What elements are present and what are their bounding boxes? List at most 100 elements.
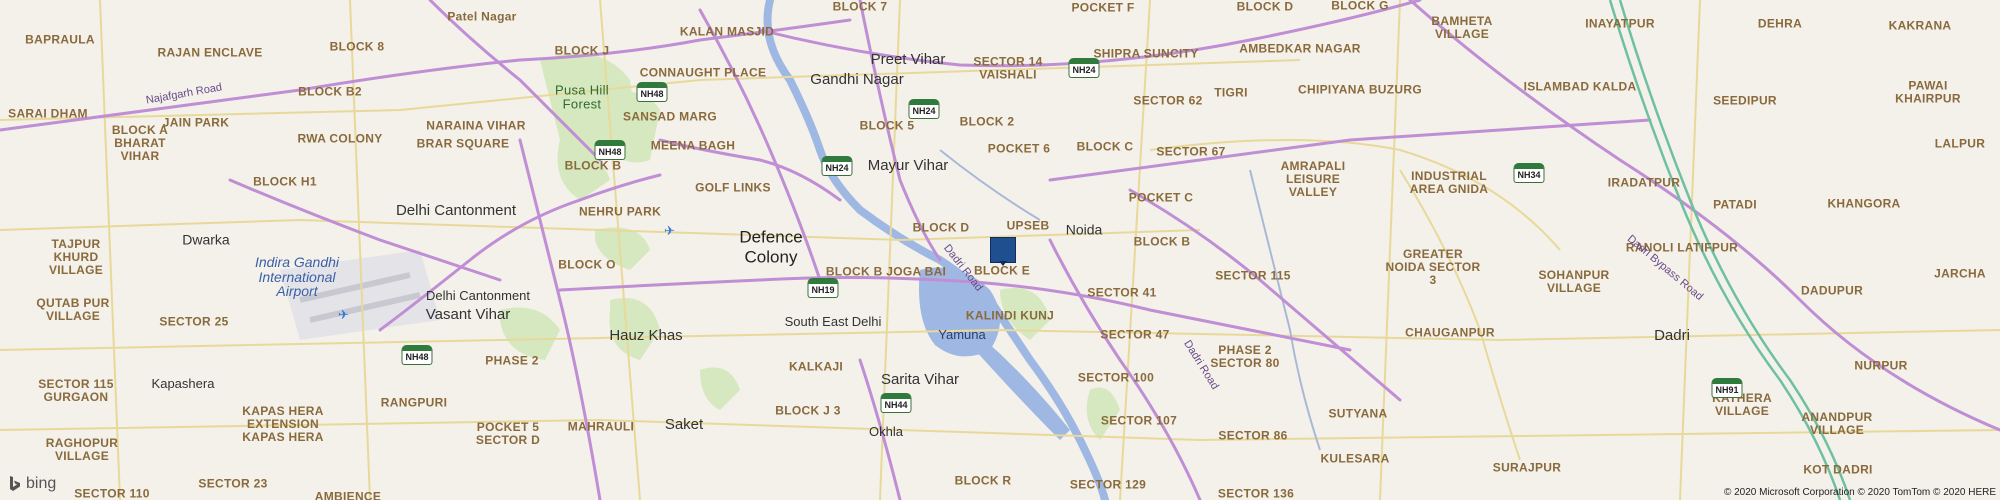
map-label: AMBEDKAR NAGAR: [1239, 41, 1361, 56]
map-label: MEENA BAGH: [650, 138, 736, 153]
map-label: NARAINA VIHAR: [426, 118, 526, 133]
map-label: SECTOR 115 GURGAON: [38, 376, 114, 404]
map-label: KHANGORA: [1827, 196, 1901, 211]
map-label: JARCHA: [1934, 266, 1986, 281]
map-label: IRADATPUR: [1607, 175, 1681, 190]
map-label: POCKET F: [1071, 0, 1135, 15]
map-label: BLOCK E: [973, 263, 1031, 278]
map-label: South East Delhi: [784, 313, 882, 329]
map-label: TAJPUR KHURD VILLAGE: [48, 237, 104, 278]
map-label: PATADI: [1713, 197, 1757, 212]
highway-shield: NH48: [401, 345, 433, 365]
map-label: Okhla: [869, 423, 903, 439]
map-label: BLOCK B JOGA BAI: [825, 264, 947, 279]
map-label: BLOCK H1: [253, 174, 317, 189]
map-label: SECTOR 25: [159, 314, 229, 329]
map-label: Delhi Cantonment: [425, 287, 531, 303]
map-label: ISLAMBAD KALDA: [1523, 79, 1637, 94]
map-attribution: © 2020 Microsoft Corporation © 2020 TomT…: [1723, 487, 1996, 498]
map-label: SOHANPUR VILLAGE: [1538, 267, 1610, 295]
map-label: SEEDIPUR: [1713, 93, 1777, 108]
highway-shield: NH19: [807, 278, 839, 298]
map-label: Defence Colony: [739, 227, 803, 266]
map-label: BLOCK 7: [832, 0, 888, 14]
bing-b-icon: [10, 476, 20, 491]
highway-shield: NH24: [1068, 58, 1100, 78]
map-label: Kapashera: [151, 375, 215, 391]
svg-text:✈: ✈: [664, 224, 675, 239]
map-label: BLOCK G: [1331, 0, 1389, 13]
map-label: SECTOR 62: [1133, 93, 1203, 108]
map-label: Indira Gandhi International Airport: [254, 253, 340, 300]
map-label: NURPUR: [1854, 358, 1908, 373]
map-label: RWA COLONY: [297, 131, 383, 146]
map-label: SECTOR 41: [1087, 285, 1157, 300]
map-label: GREATER NOIDA SECTOR 3: [1385, 247, 1481, 288]
map-label: KALAN MASJID: [679, 24, 775, 39]
map-label: VAISHALI: [979, 67, 1037, 82]
map-label: BLOCK A BHARAT VIHAR: [111, 123, 169, 164]
map-label: BAPRAULA: [25, 32, 95, 47]
map-label: SECTOR 100: [1077, 370, 1155, 385]
map-label: NEHRU PARK: [578, 204, 662, 219]
map-label: SECTOR 129: [1069, 477, 1147, 492]
bing-logo[interactable]: bing: [8, 475, 56, 493]
map-label: CHIPIYANA BUZURG: [1298, 82, 1422, 97]
map-label: SARAI DHAM: [8, 106, 88, 121]
map-label: SUTYANA: [1328, 406, 1388, 421]
map-view[interactable]: ✈ ✈ Patel Nagar KALAN MASJID BLOCK 7 POC…: [0, 0, 2000, 500]
map-label: BLOCK R: [954, 473, 1012, 488]
map-label: SHIPRA SUNCITY: [1093, 46, 1199, 61]
map-label: Gandhi Nagar: [810, 70, 904, 88]
map-label: CONNAUGHT PLACE: [639, 65, 767, 80]
map-label: Saket: [664, 415, 704, 433]
map-label: KULESARA: [1320, 451, 1390, 466]
map-label: SECTOR 67: [1156, 144, 1226, 159]
map-label: Pusa Hill Forest: [555, 82, 609, 112]
map-label: CHAUGANPUR: [1405, 325, 1495, 340]
map-label: ANANDPUR VILLAGE: [1801, 409, 1873, 437]
map-label: Mayur Vihar: [867, 156, 949, 174]
map-label: UPSEB: [1006, 218, 1050, 233]
map-label: RAJAN ENCLAVE: [157, 45, 263, 60]
map-label: POCKET 6: [987, 141, 1051, 156]
map-label: BLOCK D: [1236, 0, 1294, 14]
map-label: SURAJPUR: [1492, 460, 1562, 475]
map-label: BLOCK J: [554, 43, 610, 58]
svg-text:✈: ✈: [338, 308, 349, 323]
map-label: SECTOR 86: [1218, 428, 1288, 443]
map-label: SECTOR 23: [198, 476, 268, 491]
map-label: KAKRANA: [1888, 18, 1952, 33]
location-pin-icon[interactable]: [990, 237, 1016, 266]
map-label: SANSAD MARG: [623, 109, 717, 124]
map-label: Vasant Vihar: [425, 305, 511, 323]
highway-shield: NH48: [636, 82, 668, 102]
map-label: Noida: [1065, 221, 1103, 238]
map-label: KAPAS HERA EXTENSION KAPAS HERA: [242, 404, 324, 445]
map-label: RANGPURI: [380, 395, 448, 410]
map-label: Preet Vihar: [870, 50, 946, 68]
map-label: BRAR SQUARE: [416, 136, 510, 151]
map-label: BLOCK J 3: [775, 403, 841, 418]
map-label: AMBIENCE: [314, 489, 382, 500]
map-label: GOLF LINKS: [695, 180, 771, 195]
map-label: BLOCK C: [1076, 139, 1134, 154]
highway-shield: NH34: [1513, 163, 1545, 183]
map-label: Patel Nagar: [447, 9, 517, 24]
map-label: SECTOR 47: [1100, 327, 1170, 342]
map-label: INAYATPUR: [1585, 16, 1655, 31]
map-label: LALPUR: [1934, 136, 1986, 151]
map-label: RAGHOPUR VILLAGE: [45, 435, 119, 463]
map-label: BAMHETA VILLAGE: [1431, 13, 1493, 41]
map-label: PHASE 2: [485, 353, 539, 368]
map-label: BLOCK B: [1133, 234, 1191, 249]
map-label: DADUPUR: [1800, 283, 1864, 298]
map-label: KOT DADRI: [1803, 462, 1873, 477]
map-label: TIGRI: [1214, 85, 1248, 100]
highway-shield: NH24: [908, 99, 940, 119]
highway-shield: NH44: [880, 393, 912, 413]
map-label: QUTAB PUR VILLAGE: [36, 295, 110, 323]
map-label: BLOCK 2: [959, 114, 1015, 129]
map-label: SECTOR 110: [74, 486, 150, 500]
map-label: SECTOR 136: [1217, 486, 1295, 500]
